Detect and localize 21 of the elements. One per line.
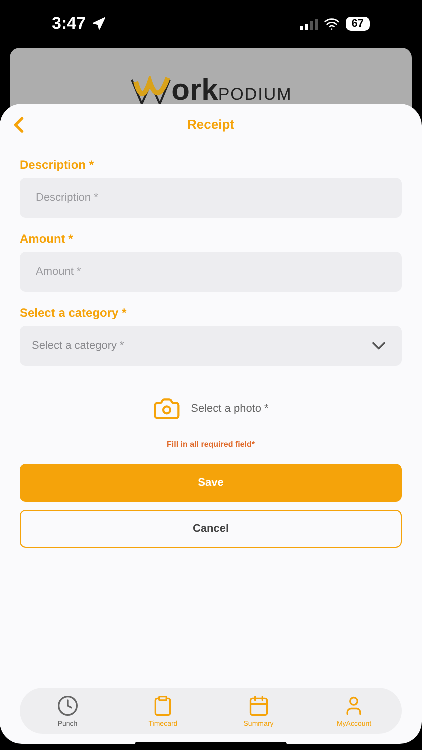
logo-text: ork (172, 76, 218, 106)
field-label: Amount * (20, 232, 74, 246)
status-time: 3:47 (52, 14, 86, 34)
error-message: Fill in all required field* (166, 440, 256, 449)
field-label: Select a category * (20, 306, 128, 320)
screen-title: Receipt (188, 116, 234, 132)
wifi-icon (324, 16, 340, 32)
battery-level: 67 (346, 17, 370, 31)
save-button[interactable]: Save (20, 464, 402, 502)
input-field[interactable]: Amount * (20, 252, 402, 292)
location-icon (92, 17, 106, 31)
input-field[interactable]: Description * (20, 178, 402, 218)
calendar-icon (248, 694, 270, 716)
clock-icon (56, 694, 79, 716)
category-select[interactable]: Select a category * (20, 326, 402, 366)
select-photo-button[interactable]: Select a photo * (147, 394, 275, 424)
cancel-button[interactable]: Cancel (20, 510, 402, 548)
signal-icon (300, 18, 318, 30)
logo-icon (130, 76, 172, 106)
field-label: Description * (20, 158, 96, 172)
logo-subtext: PODIUM (218, 85, 292, 106)
